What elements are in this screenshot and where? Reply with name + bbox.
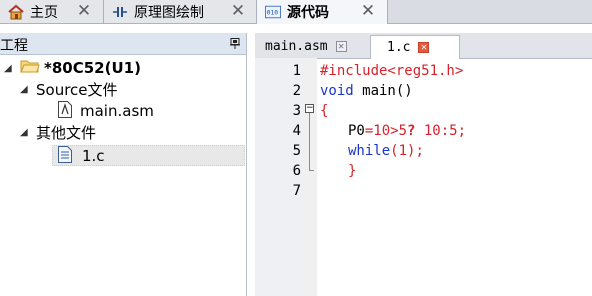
- tab-source-code-label: 源代码: [287, 5, 329, 21]
- keyword: void: [320, 83, 354, 99]
- tab-source-code[interactable]: 010 源代码 ✕: [257, 0, 388, 24]
- code-text: main(): [353, 83, 413, 99]
- editor-tab-1c[interactable]: 1.c ✕: [370, 35, 460, 59]
- close-icon[interactable]: ✕: [360, 3, 376, 20]
- tab-home[interactable]: 主页 ✕: [0, 0, 104, 23]
- code-line-5[interactable]: while(1);: [348, 141, 424, 161]
- line-number: 3: [292, 103, 301, 119]
- asm-file-icon: [58, 100, 72, 122]
- binary-code-icon: 010: [265, 4, 281, 20]
- tree-source-folder[interactable]: ◢ Source文件: [20, 79, 118, 99]
- close-icon[interactable]: ✕: [230, 3, 246, 20]
- project-panel-title: 工程: [0, 38, 28, 54]
- expand-arrow-icon[interactable]: ◢: [20, 127, 30, 138]
- tree-root[interactable]: ◢ *80C52(U1): [4, 58, 141, 78]
- code-line-2[interactable]: void main(): [320, 81, 413, 101]
- line-number: 5: [292, 143, 301, 159]
- project-panel-header: 工程: [0, 33, 246, 55]
- line-number: 4: [292, 123, 301, 139]
- expand-arrow-icon[interactable]: ◢: [20, 84, 30, 95]
- line-number: 2: [292, 83, 301, 99]
- tree-source-folder-label: Source文件: [36, 80, 118, 99]
- close-icon[interactable]: ✕: [76, 3, 92, 20]
- tab-schematic[interactable]: 原理图绘制 ✕: [104, 0, 257, 23]
- tree-file-1c-label: 1.c: [82, 147, 105, 165]
- tree-other-folder-label: 其他文件: [36, 123, 97, 142]
- pin-icon[interactable]: [230, 37, 240, 49]
- code-line-1[interactable]: #include<reg51.h>: [320, 61, 463, 81]
- schematic-icon: [112, 4, 128, 20]
- document-tab-bar: 主页 ✕ 原理图绘制 ✕ 010 源代码 ✕: [0, 0, 592, 24]
- tree-file-main-asm[interactable]: main.asm: [58, 100, 154, 122]
- fold-guide-end: [309, 170, 314, 171]
- code-text: =10>5: [364, 123, 408, 139]
- tree-file-main-asm-label: main.asm: [80, 102, 154, 120]
- project-panel: 工程 ◢ *80C52(U1) ◢ Source文件 main.asm ◢ 其他…: [0, 33, 247, 296]
- brace: }: [348, 163, 357, 179]
- editor-tab-1c-label: 1.c: [387, 40, 411, 55]
- code-text: (1);: [390, 143, 424, 159]
- code-line-4[interactable]: P0=10>5? 10:5;: [348, 121, 466, 141]
- code-line-3[interactable]: {: [320, 101, 328, 121]
- keyword: while: [348, 143, 391, 159]
- line-number: 1: [292, 63, 301, 79]
- tree-root-label: *80C52(U1): [44, 59, 141, 77]
- preprocessor-directive: #include<reg51.h>: [320, 63, 464, 79]
- line-number: 6: [292, 163, 301, 179]
- home-icon: [8, 4, 24, 20]
- expand-arrow-icon[interactable]: ◢: [4, 63, 14, 74]
- folder-open-icon: [20, 59, 40, 77]
- text-file-icon: [58, 145, 72, 167]
- identifier: P0: [348, 123, 365, 139]
- fold-toggle-icon[interactable]: −: [305, 104, 314, 113]
- editor-tab-main-asm[interactable]: main.asm ✕: [265, 35, 347, 58]
- tab-schematic-label: 原理图绘制: [134, 4, 204, 21]
- fold-guide: [309, 113, 310, 171]
- tab-home-label: 主页: [30, 4, 58, 21]
- tree-file-1c[interactable]: 1.c: [58, 145, 105, 167]
- svg-text:010: 010: [267, 10, 278, 17]
- code-text: 10:5;: [415, 123, 467, 139]
- close-icon[interactable]: ✕: [335, 41, 347, 52]
- editor-tab-main-asm-label: main.asm: [265, 39, 328, 54]
- editor-tab-bar: main.asm ✕ 1.c ✕: [255, 33, 592, 59]
- tree-other-folder[interactable]: ◢ 其他文件: [20, 122, 96, 142]
- fold-margin: [303, 58, 317, 296]
- line-number: 7: [292, 183, 301, 199]
- code-line-6[interactable]: }: [348, 161, 356, 181]
- brace: {: [320, 103, 329, 119]
- close-icon[interactable]: ✕: [418, 42, 430, 53]
